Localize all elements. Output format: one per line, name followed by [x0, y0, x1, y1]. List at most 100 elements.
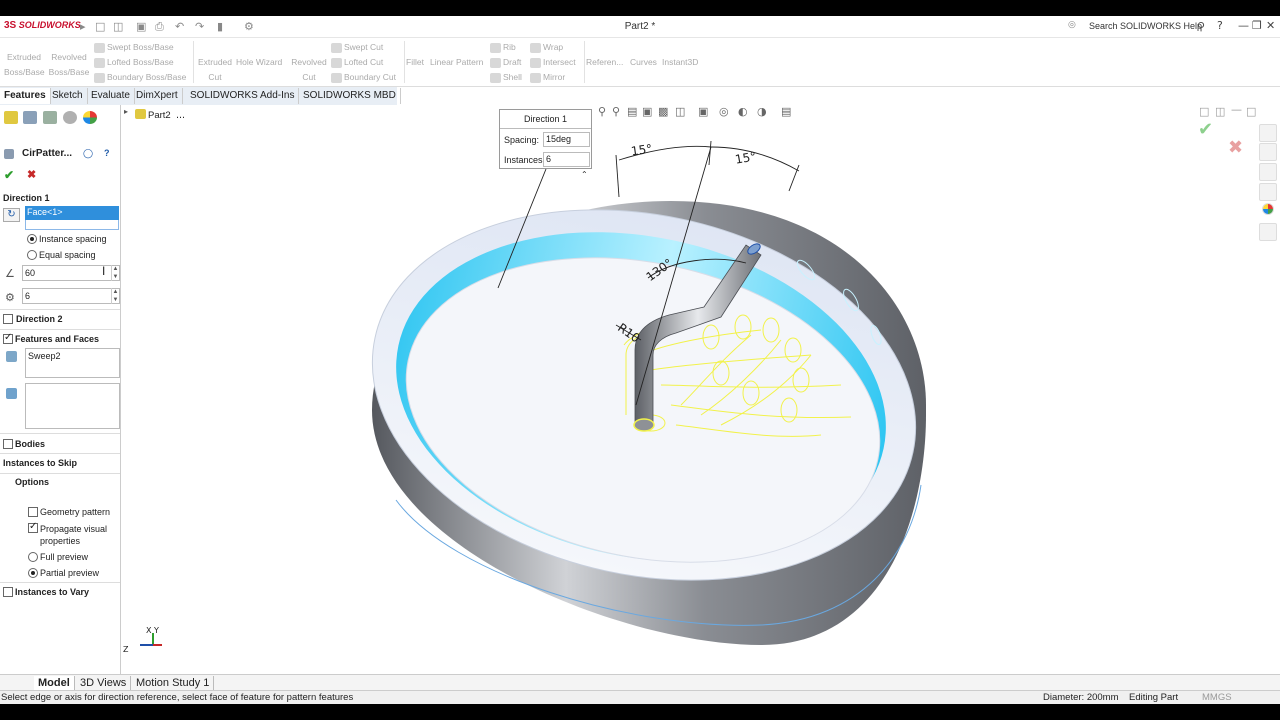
- graphics-area[interactable]: ▸ Part2 ... ⚲ ⚲ ▤ ▣ ▩ ◫ ▣ ◎ ◐ ◑ ▤ □ ◫ — …: [121, 103, 1280, 681]
- full-preview-label: Full preview: [40, 552, 89, 562]
- help-search-input[interactable]: Search SOLIDWORKS Help: [1089, 21, 1202, 31]
- cancel-x-icon[interactable]: ✖: [27, 168, 36, 181]
- extruded-cut-button[interactable]: Extruded Cut: [196, 55, 234, 84]
- direction2-title[interactable]: Direction 2: [16, 314, 63, 324]
- instances-to-skip-title[interactable]: Instances to Skip: [3, 458, 77, 468]
- angle-spinner[interactable]: ▲ ▼: [111, 265, 119, 281]
- intersect-button[interactable]: Intersect: [530, 55, 576, 70]
- custom-properties-icon[interactable]: [1259, 223, 1277, 241]
- tab-addins[interactable]: SOLIDWORKS Add-Ins: [186, 88, 300, 104]
- callout-instances-label: Instances:: [504, 155, 546, 165]
- configuration-manager-icon[interactable]: [43, 111, 57, 124]
- tab-sketch[interactable]: Sketch: [48, 88, 88, 104]
- mirror-button[interactable]: Mirror: [530, 70, 565, 85]
- shell-button[interactable]: Shell: [490, 70, 522, 85]
- propagate-visual-checkbox[interactable]: [28, 521, 38, 533]
- partial-preview-label: Partial preview: [40, 568, 100, 578]
- instances-input[interactable]: 6: [22, 288, 120, 304]
- tab-model[interactable]: Model: [34, 676, 75, 690]
- features-faces-title[interactable]: Features and Faces: [15, 334, 99, 344]
- search-scope-icon[interactable]: ◎: [1068, 20, 1076, 30]
- swept-cut-button[interactable]: Swept Cut: [331, 40, 383, 55]
- draft-button[interactable]: Draft: [490, 55, 521, 70]
- ok-check-icon[interactable]: ✔: [4, 168, 14, 182]
- view-palette-icon[interactable]: [1259, 183, 1277, 201]
- status-units[interactable]: MMGS: [1202, 692, 1232, 703]
- boundary-boss-button[interactable]: Boundary Boss/Base: [94, 70, 186, 85]
- bodies-title[interactable]: Bodies: [15, 439, 45, 449]
- features-faces-checkbox[interactable]: [3, 332, 13, 344]
- options-title[interactable]: Options: [15, 477, 49, 487]
- linear-pattern-button[interactable]: Linear Pattern: [430, 55, 483, 70]
- file-explorer-icon[interactable]: [1259, 163, 1277, 181]
- partial-preview-radio[interactable]: [28, 568, 38, 578]
- tab-mbd[interactable]: SOLIDWORKS MBD: [299, 88, 401, 104]
- geometry-pattern-label: Geometry pattern: [40, 507, 111, 517]
- callout-instances-input[interactable]: 6: [543, 152, 590, 167]
- appearances-icon[interactable]: [1262, 203, 1274, 215]
- propagate-visual-label: Propagate visual properties: [40, 524, 108, 546]
- solidworks-window: 3S SOLIDWORKS ▸ □ ◫ ▣ ⎙ ↶ ↷ ▮ ⚙ Part2 * …: [0, 16, 1280, 704]
- revolved-boss-button[interactable]: Revolved Boss/Base: [48, 50, 90, 79]
- lofted-boss-button[interactable]: Lofted Boss/Base: [94, 55, 174, 70]
- boundary-cut-button[interactable]: Boundary Cut: [331, 70, 396, 85]
- fillet-button[interactable]: Fillet: [406, 55, 424, 70]
- callout-collapse-icon[interactable]: ⌃: [581, 170, 588, 179]
- equal-spacing-radio[interactable]: [27, 250, 37, 260]
- feature-item[interactable]: Sweep2: [28, 351, 61, 361]
- help-icon[interactable]: ◯: [83, 148, 93, 159]
- triad-x-label: X: [146, 626, 152, 635]
- display-manager-icon[interactable]: [83, 111, 97, 124]
- circular-pattern-icon: [4, 149, 14, 159]
- triad-z-label: Z: [123, 645, 129, 654]
- instances-to-vary-checkbox[interactable]: [3, 587, 13, 597]
- tab-dimxpert[interactable]: DimXpert: [132, 88, 183, 104]
- instances-spinner[interactable]: ▲ ▼: [111, 288, 119, 304]
- reference-geometry-button[interactable]: Referen...: [586, 55, 623, 70]
- minimize-icon[interactable]: —: [1238, 19, 1249, 32]
- text-cursor-icon: I: [102, 264, 106, 278]
- title-bar: 3S SOLIDWORKS ▸ □ ◫ ▣ ⎙ ↶ ↷ ▮ ⚙ Part2 * …: [0, 16, 1280, 38]
- info-icon[interactable]: ?: [104, 148, 110, 158]
- full-preview-radio[interactable]: [28, 552, 38, 562]
- instant3d-button[interactable]: Instant3D: [662, 55, 698, 70]
- property-manager-icon[interactable]: [23, 111, 37, 124]
- search-icon[interactable]: ⚲: [1197, 20, 1205, 33]
- feature-tree-icon[interactable]: [4, 111, 18, 124]
- solidworks-resources-icon[interactable]: [1259, 124, 1277, 142]
- bodies-checkbox[interactable]: [3, 439, 13, 449]
- help-icon[interactable]: ?: [1217, 19, 1223, 32]
- tab-motion-study[interactable]: Motion Study 1: [132, 676, 215, 690]
- instances-to-vary-title[interactable]: Instances to Vary: [15, 587, 89, 597]
- reverse-direction-icon[interactable]: ↻: [3, 208, 20, 222]
- hole-wizard-button[interactable]: Hole Wizard: [236, 55, 282, 70]
- features-list[interactable]: Sweep2: [25, 348, 120, 378]
- tab-features[interactable]: Features: [0, 88, 51, 104]
- tab-3d-views[interactable]: 3D Views: [76, 676, 132, 690]
- tab-evaluate[interactable]: Evaluate: [87, 88, 135, 104]
- direction-reference-field[interactable]: Face<1>: [25, 206, 119, 220]
- curves-button[interactable]: Curves: [630, 55, 657, 70]
- dimxpert-manager-icon[interactable]: [63, 111, 77, 124]
- revolved-cut-button[interactable]: Revolved Cut: [290, 55, 328, 84]
- instance-spacing-radio[interactable]: [27, 234, 37, 244]
- triad-y-label: Y: [154, 626, 159, 635]
- callout-spacing-label: Spacing:: [504, 135, 540, 145]
- rib-button[interactable]: Rib: [490, 40, 516, 55]
- direction2-checkbox[interactable]: [3, 314, 13, 324]
- extruded-boss-button[interactable]: Extruded Boss/Base: [4, 50, 45, 79]
- geometry-pattern-checkbox[interactable]: [28, 507, 38, 517]
- wrap-button[interactable]: Wrap: [530, 40, 563, 55]
- instances-icon: ⚙: [5, 292, 15, 304]
- restore-icon[interactable]: ❐: [1252, 19, 1262, 32]
- direction1-title[interactable]: Direction 1: [3, 193, 50, 203]
- reference-triad: [137, 633, 162, 649]
- faces-list[interactable]: [25, 383, 120, 429]
- property-manager: CirPatter... ◯ ? ✔ ✖ Direction 1 ↻ Face<…: [0, 105, 128, 681]
- lofted-cut-button[interactable]: Lofted Cut: [331, 55, 383, 70]
- dimension-angle-1[interactable]: 15°: [630, 142, 653, 159]
- design-library-icon[interactable]: [1259, 143, 1277, 161]
- callout-spacing-input[interactable]: 15deg: [543, 132, 590, 147]
- close-icon[interactable]: ✕: [1266, 19, 1275, 32]
- swept-boss-button[interactable]: Swept Boss/Base: [94, 40, 174, 55]
